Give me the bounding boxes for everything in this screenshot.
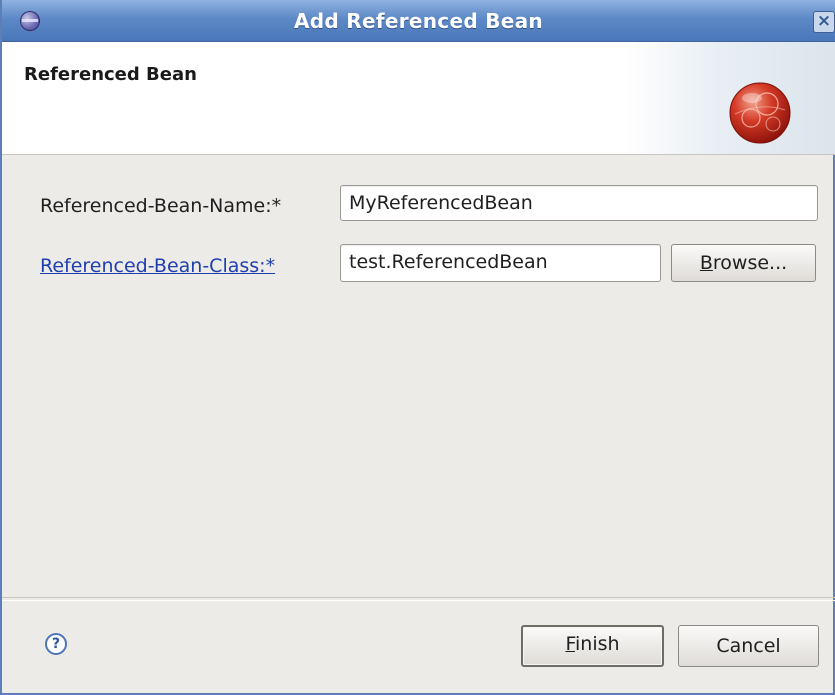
referenced-bean-class-field[interactable]: test.ReferencedBean bbox=[340, 244, 661, 282]
finish-button[interactable]: Finish bbox=[521, 625, 664, 667]
window-title: Add Referenced Bean bbox=[294, 9, 543, 33]
browse-mnemonic: B bbox=[699, 252, 713, 274]
referenced-bean-name-field[interactable]: MyReferencedBean bbox=[340, 185, 818, 221]
finish-mnemonic: F bbox=[565, 633, 575, 655]
bean-icon bbox=[729, 82, 791, 144]
browse-label: rowse... bbox=[712, 252, 788, 274]
finish-label: inish bbox=[575, 633, 620, 655]
browse-button[interactable]: Browse... bbox=[671, 244, 816, 282]
footer-separator bbox=[2, 597, 835, 601]
referenced-bean-name-label: Referenced-Bean-Name:* bbox=[40, 195, 282, 217]
referenced-bean-class-link[interactable]: Referenced-Bean-Class:* bbox=[40, 255, 275, 277]
cancel-button[interactable]: Cancel bbox=[678, 625, 819, 667]
help-icon[interactable]: ? bbox=[45, 633, 67, 655]
add-referenced-bean-dialog: Add Referenced Bean × Referenced Bean Re… bbox=[0, 0, 835, 695]
title-bar[interactable]: Add Referenced Bean × bbox=[2, 0, 835, 42]
wizard-banner: Referenced Bean bbox=[2, 42, 835, 155]
page-title: Referenced Bean bbox=[24, 64, 197, 85]
close-button[interactable]: × bbox=[813, 11, 835, 33]
